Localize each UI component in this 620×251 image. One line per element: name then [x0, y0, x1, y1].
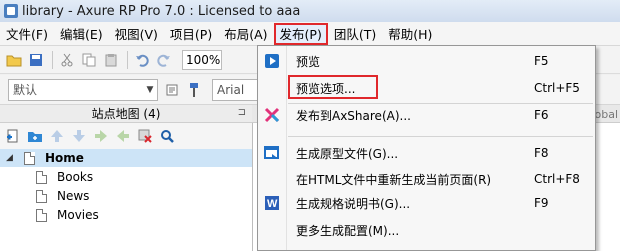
menu-bar: 文件(F) 编辑(E) 视图(V) 项目(P) 布局(A) 发布(P) 团队(T… — [0, 22, 620, 46]
tree-item-home[interactable]: ◢ Home — [0, 149, 252, 167]
sitemap-header: 站点地图 (4) ⊐ — [0, 105, 252, 123]
menu-item-shortcut: Ctrl+F8 — [534, 172, 580, 186]
word-icon: W — [264, 195, 280, 211]
tree-item-books[interactable]: Books — [36, 168, 93, 186]
page-icon — [36, 189, 47, 203]
format-painter-icon[interactable] — [184, 80, 204, 100]
menu-separator — [288, 136, 593, 137]
menu-item-shortcut: F5 — [534, 54, 549, 68]
style-edit-icon[interactable] — [162, 80, 182, 100]
page-icon — [24, 151, 35, 165]
menu-item-regenerate-page[interactable]: 在HTML文件中重新生成当前页面(R) Ctrl+F8 — [258, 167, 595, 191]
pin-icon[interactable]: ⊐ — [238, 107, 246, 118]
font-select[interactable]: Arial — [212, 78, 262, 101]
menu-item-shortcut: Ctrl+F5 — [534, 81, 580, 95]
tree-item-label: Books — [57, 170, 94, 184]
menu-item-shortcut: F9 — [534, 196, 549, 210]
menu-file[interactable]: 文件(F) — [0, 23, 54, 45]
menu-item-label: 生成规格说明书(G)... — [296, 196, 411, 211]
app-icon — [4, 4, 18, 18]
cut-icon[interactable] — [57, 50, 77, 70]
add-page-icon[interactable] — [4, 127, 22, 145]
move-up-icon[interactable] — [48, 127, 66, 145]
toolbar-divider — [52, 50, 53, 69]
menu-item-label: 生成原型文件(G)... — [296, 146, 399, 161]
save-icon[interactable] — [26, 50, 46, 70]
menu-item-generate-prototype[interactable]: 生成原型文件(G)... F8 — [258, 141, 595, 165]
axshare-icon — [264, 107, 280, 123]
menu-item-generate-spec[interactable]: W 生成规格说明书(G)... F9 — [258, 191, 595, 215]
add-folder-icon[interactable] — [26, 127, 44, 145]
menu-publish[interactable]: 发布(P) — [273, 22, 328, 45]
sitemap-tree: ◢ Home Books News Movies — [0, 149, 252, 251]
menu-view[interactable]: 视图(V) — [109, 23, 164, 45]
outdent-icon[interactable] — [114, 127, 132, 145]
sitemap-title: 站点地图 (4) — [91, 107, 161, 121]
zoom-input[interactable]: 100% — [182, 49, 222, 70]
menu-item-shortcut: F6 — [534, 108, 549, 122]
redo-icon[interactable] — [154, 50, 174, 70]
publish-dropdown-menu: 预览 F5 预览选项... Ctrl+F5 发布到AxShare(A)... F… — [257, 45, 596, 251]
menu-project[interactable]: 项目(P) — [164, 23, 218, 45]
copy-icon[interactable] — [79, 50, 99, 70]
move-down-icon[interactable] — [70, 127, 88, 145]
highlight-annotation — [288, 75, 378, 99]
expand-triangle-icon[interactable]: ◢ — [6, 153, 16, 163]
sitemap-toolbar — [0, 123, 252, 149]
search-icon[interactable] — [158, 127, 176, 145]
indent-icon[interactable] — [92, 127, 110, 145]
tree-item-news[interactable]: News — [36, 187, 89, 205]
menu-item-label: 更多生成配置(M)... — [296, 223, 400, 238]
page-icon — [36, 170, 47, 184]
menu-item-preview[interactable]: 预览 F5 — [258, 49, 595, 73]
tree-item-label: News — [57, 189, 90, 203]
toolbar-divider — [127, 50, 128, 69]
paste-icon[interactable] — [101, 50, 121, 70]
menu-team[interactable]: 团队(T) — [328, 23, 382, 45]
menu-edit[interactable]: 编辑(E) — [54, 23, 109, 45]
style-select[interactable]: 默认 ▼ — [8, 78, 158, 101]
font-select-value: Arial — [217, 82, 245, 97]
menu-item-label: 发布到AxShare(A)... — [296, 108, 411, 123]
tree-item-label: Movies — [57, 208, 99, 222]
tree-item-movies[interactable]: Movies — [36, 206, 99, 224]
undo-icon[interactable] — [132, 50, 152, 70]
style-select-value: 默认 — [13, 83, 38, 97]
generate-prototype-icon — [264, 145, 280, 161]
menu-item-more-configs[interactable]: 更多生成配置(M)... — [258, 218, 595, 242]
tree-item-label: Home — [45, 151, 84, 165]
svg-text:W: W — [267, 198, 278, 210]
chevron-down-icon: ▼ — [146, 84, 154, 95]
window-title: library - Axure RP Pro 7.0 : Licensed to… — [22, 3, 301, 19]
page-icon — [36, 208, 47, 222]
menu-item-label: 预览 — [296, 54, 321, 69]
preview-icon — [264, 53, 280, 69]
menu-item-label: 在HTML文件中重新生成当前页面(R) — [296, 172, 492, 187]
title-bar: library - Axure RP Pro 7.0 : Licensed to… — [0, 0, 620, 22]
open-folder-icon[interactable] — [4, 50, 24, 70]
menu-help[interactable]: 帮助(H) — [382, 23, 438, 45]
menu-item-publish-axshare[interactable]: 发布到AxShare(A)... F6 — [258, 103, 595, 127]
menu-item-shortcut: F8 — [534, 146, 549, 160]
menu-layout[interactable]: 布局(A) — [218, 23, 273, 45]
delete-page-icon[interactable] — [136, 127, 154, 145]
